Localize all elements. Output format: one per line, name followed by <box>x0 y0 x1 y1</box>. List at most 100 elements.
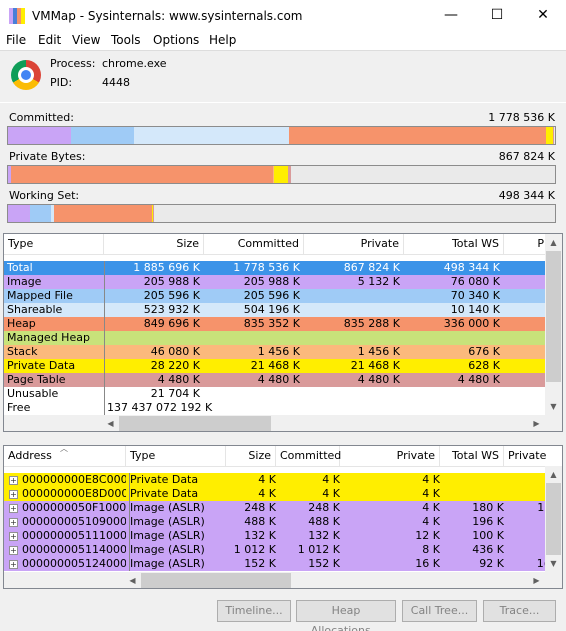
col-private-ws[interactable]: P <box>504 234 548 254</box>
col-detail-type[interactable]: Type <box>126 446 226 466</box>
scroll-left-icon[interactable]: ◀ <box>102 415 119 431</box>
cell-committed: 1 012 K <box>297 543 340 556</box>
summary-row[interactable]: Private Data 28 220 K 21 468 K 21 468 K 628 … <box>4 359 548 373</box>
expand-icon[interactable]: + <box>9 546 18 555</box>
summary-row[interactable]: Shareable 523 932 K 504 196 K 10 140 K <box>4 303 548 317</box>
menu-view[interactable]: View <box>72 33 100 47</box>
private-bytes-bar <box>7 165 556 184</box>
menu-help[interactable]: Help <box>209 33 236 47</box>
expand-icon[interactable]: + <box>9 504 18 513</box>
cell-committed: 4 K <box>322 473 340 486</box>
menu-tools[interactable]: Tools <box>111 33 141 47</box>
scroll-thumb[interactable] <box>141 573 291 588</box>
summary-row[interactable]: Managed Heap <box>4 331 548 345</box>
cell-address: 0000000051090000 <box>22 515 126 528</box>
scroll-up-icon[interactable]: ▲ <box>545 466 562 483</box>
summary-row[interactable]: Page Table 4 480 K 4 480 K 4 480 K 4 480 K <box>4 373 548 387</box>
memory-summary-bars: Committed: 1 778 536 K Private Bytes: 86… <box>0 102 566 230</box>
trace-button[interactable]: Trace... <box>483 600 556 622</box>
scroll-thumb[interactable] <box>546 483 561 555</box>
expand-icon[interactable]: + <box>9 476 18 485</box>
cell-type: Page Table <box>7 373 66 386</box>
cell-private: 4 K <box>422 501 440 514</box>
call-tree-button[interactable]: Call Tree... <box>402 600 477 622</box>
scroll-up-icon[interactable]: ▲ <box>545 234 562 251</box>
scroll-right-icon[interactable]: ▶ <box>528 415 545 431</box>
summary-horizontal-scrollbar[interactable]: ◀ ▶ <box>4 415 562 431</box>
detail-row[interactable]: +000000000E8C0000 Private Data 4 K 4 K 4 K <box>4 473 548 487</box>
detail-row[interactable]: +0000000051090000 Image (ASLR) 488 K 488 K 4… <box>4 515 548 529</box>
scroll-right-icon[interactable]: ▶ <box>528 572 545 588</box>
summary-row[interactable]: Free 137 437 072 192 K <box>4 401 548 415</box>
cell-type: Image (ASLR) <box>129 501 225 515</box>
cell-type: Managed Heap <box>7 331 90 344</box>
expand-icon[interactable]: + <box>9 490 18 499</box>
col-detail-size[interactable]: Size <box>226 446 276 466</box>
detail-row[interactable]: +0000000050F10000 Image (ASLR) 248 K 248 K 4… <box>4 501 548 515</box>
cell-size: 21 704 K <box>104 387 200 401</box>
heap-allocations-button[interactable]: Heap Allocations... <box>296 600 396 631</box>
cell-ws: 196 K <box>472 515 504 528</box>
menu-options[interactable]: Options <box>153 33 199 47</box>
cell-type: Private Data <box>129 473 225 487</box>
menu-file[interactable]: File <box>6 33 26 47</box>
cell-size: 1 012 K <box>233 543 276 556</box>
col-detail-total-ws[interactable]: Total WS <box>440 446 504 466</box>
pagetable-segment <box>152 205 154 222</box>
cell-committed <box>204 331 300 345</box>
col-detail-private-ws[interactable]: Private <box>504 446 548 466</box>
cell-type: Total <box>7 261 33 274</box>
cell-size: 137 437 072 192 K <box>104 401 212 415</box>
col-private[interactable]: Private <box>304 234 404 254</box>
private-segment <box>546 127 553 144</box>
summary-row[interactable]: Image 205 988 K 205 988 K 5 132 K 76 080 K <box>4 275 548 289</box>
col-size[interactable]: Size <box>104 234 204 254</box>
expand-icon[interactable]: + <box>9 532 18 541</box>
summary-row[interactable]: Unusable 21 704 K <box>4 387 548 401</box>
cell-ws: 10 140 K <box>450 303 500 316</box>
scroll-thumb[interactable] <box>119 416 271 431</box>
cell-private: 21 468 K <box>350 359 400 372</box>
summary-row[interactable]: Total 1 885 696 K 1 778 536 K 867 824 K 498 … <box>4 261 548 275</box>
cell-type: Heap <box>7 317 36 330</box>
cell-ws: 76 080 K <box>450 275 500 288</box>
summary-row[interactable]: Stack 46 080 K 1 456 K 1 456 K 676 K <box>4 345 548 359</box>
expand-icon[interactable]: + <box>9 560 18 569</box>
col-committed[interactable]: Committed <box>204 234 304 254</box>
cell-pws <box>504 473 548 487</box>
detail-horizontal-scrollbar[interactable]: ◀ ▶ <box>4 572 562 588</box>
summary-vertical-scrollbar[interactable]: ▲ ▼ <box>545 234 562 415</box>
expand-icon[interactable]: + <box>9 518 18 527</box>
detail-vertical-scrollbar[interactable]: ▲ ▼ <box>545 466 562 572</box>
cell-type: Image <box>7 275 42 288</box>
detail-row[interactable]: +0000000051110000 Image (ASLR) 132 K 132 K 1… <box>4 529 548 543</box>
timeline-button[interactable]: Timeline... <box>217 600 291 622</box>
scroll-down-icon[interactable]: ▼ <box>545 398 562 415</box>
cell-private <box>304 331 400 345</box>
scroll-left-icon[interactable]: ◀ <box>124 572 141 588</box>
cell-private <box>304 387 400 401</box>
menu-edit[interactable]: Edit <box>38 33 61 47</box>
cell-private: 8 K <box>422 543 440 556</box>
col-detail-private[interactable]: Private <box>340 446 440 466</box>
col-type[interactable]: Type <box>4 234 104 254</box>
cell-committed: 205 596 K <box>243 289 300 302</box>
cell-committed: 835 352 K <box>243 317 300 330</box>
col-address[interactable]: Address ︿ <box>4 446 126 466</box>
scroll-thumb[interactable] <box>546 251 561 382</box>
cell-type: Private Data <box>7 359 76 372</box>
summary-row[interactable]: Mapped File 205 596 K 205 596 K 70 340 K <box>4 289 548 303</box>
detail-row[interactable]: +0000000051240000 Image (ASLR) 152 K 152 K 1… <box>4 557 548 571</box>
minimize-button[interactable]: — <box>428 0 474 31</box>
detail-row[interactable]: +000000000E8D0000 Private Data 4 K 4 K 4 K <box>4 487 548 501</box>
summary-row[interactable]: Heap 849 696 K 835 352 K 835 288 K 336 000 K <box>4 317 548 331</box>
close-button[interactable]: ✕ <box>520 0 566 31</box>
col-total-ws[interactable]: Total WS <box>404 234 504 254</box>
detail-row[interactable]: +0000000051140000 Image (ASLR) 1 012 K 1 01… <box>4 543 548 557</box>
cell-address: 000000000E8C0000 <box>22 473 126 486</box>
scroll-down-icon[interactable]: ▼ <box>545 555 562 572</box>
maximize-button[interactable]: ☐ <box>474 0 520 31</box>
private-segment <box>274 166 288 183</box>
cell-ws <box>440 487 504 501</box>
col-detail-committed[interactable]: Committed <box>276 446 341 466</box>
